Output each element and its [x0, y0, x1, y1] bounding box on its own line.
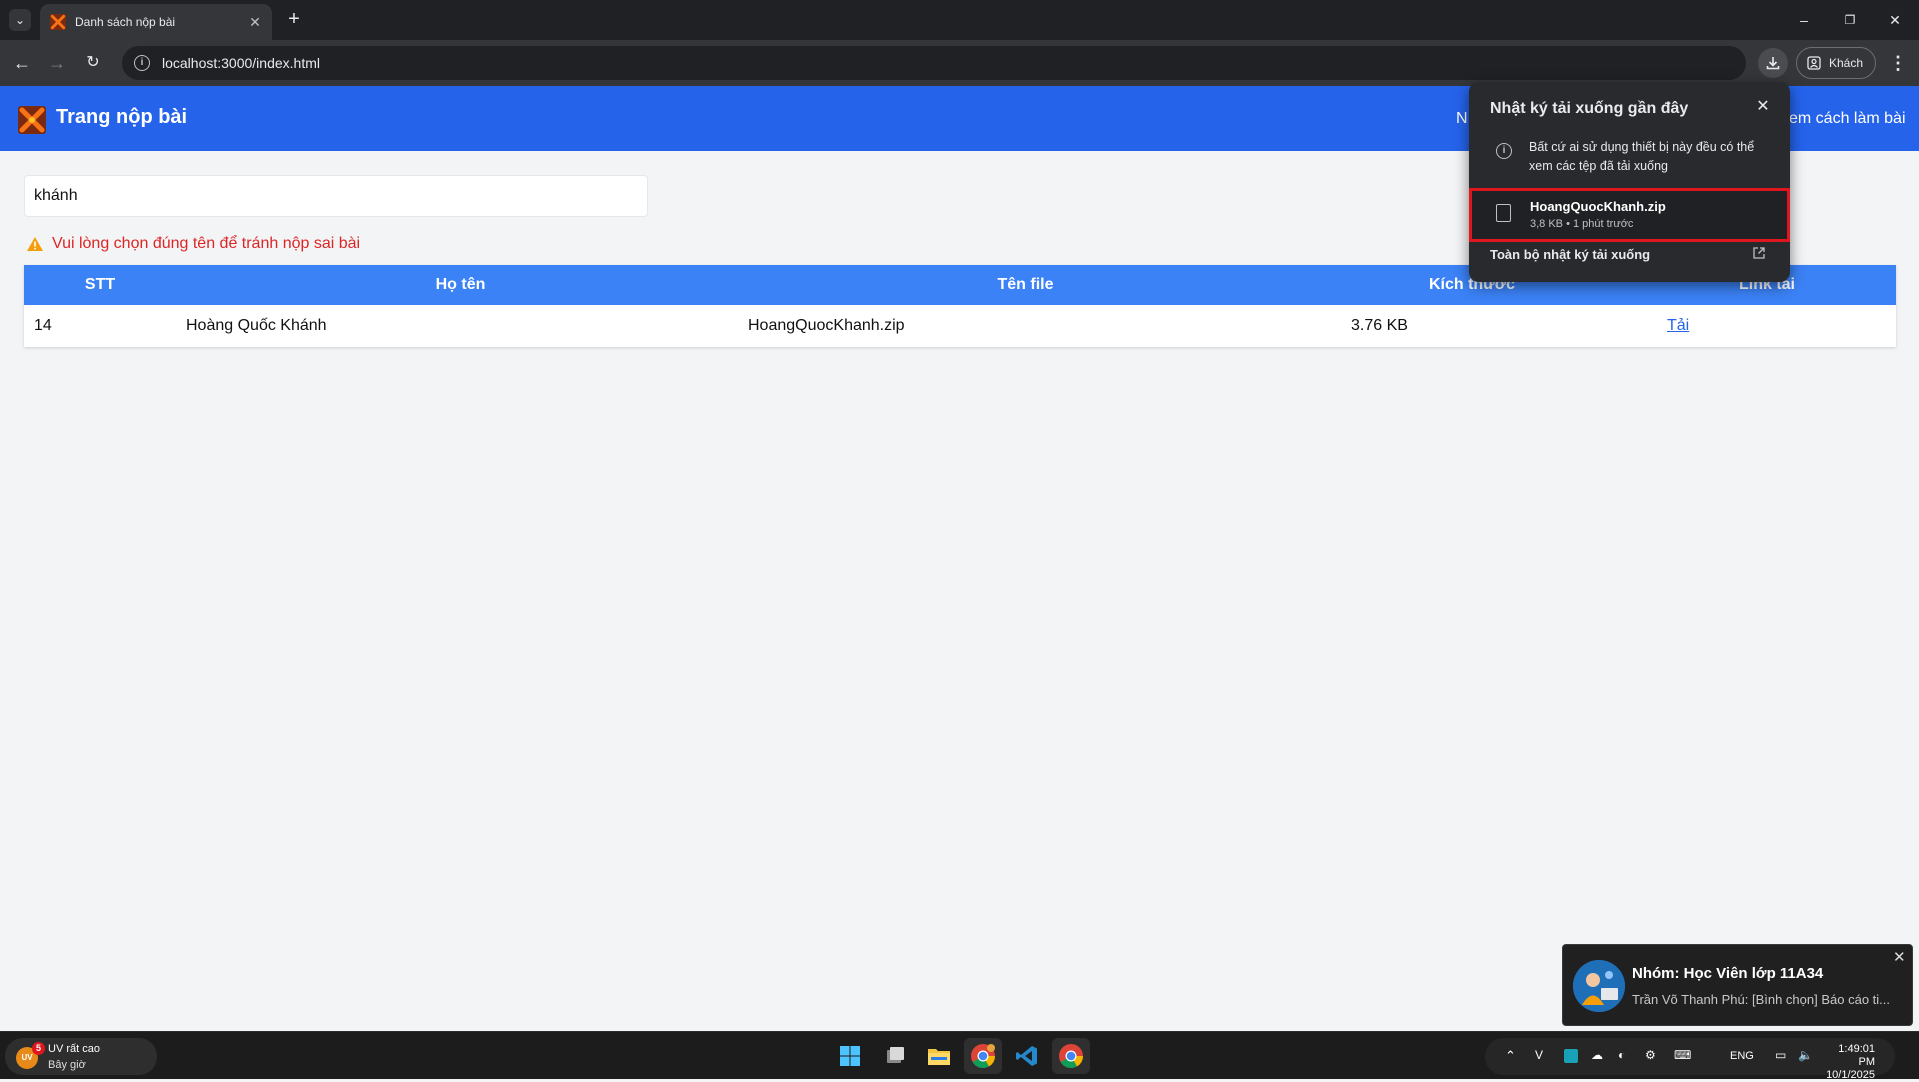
warning-text: Vui lòng chọn đúng tên để tránh nộp sai …: [52, 235, 361, 252]
warning-icon: [27, 237, 43, 251]
download-file-meta: 3,8 KB • 1 phút trước: [1530, 218, 1634, 230]
windows-start-icon: [840, 1046, 860, 1066]
chrome-icon: [1059, 1044, 1083, 1069]
keyboard-icon[interactable]: ⌨: [1674, 1048, 1691, 1062]
close-window-icon[interactable]: ✕: [1883, 8, 1907, 32]
all-downloads-link[interactable]: Toàn bộ nhật ký tải xuống: [1490, 247, 1650, 262]
warning-message: Vui lòng chọn đúng tên để tránh nộp sai …: [26, 235, 360, 253]
chevron-up-icon[interactable]: ⌃: [1505, 1048, 1516, 1064]
tab-title: Danh sách nộp bài: [75, 15, 176, 29]
app-tray-icon[interactable]: [1564, 1049, 1578, 1063]
steam-icon[interactable]: ⚙: [1645, 1048, 1656, 1062]
new-tab-button[interactable]: +: [282, 8, 306, 32]
clock-time: 1:49:01 PM: [1838, 1043, 1875, 1068]
forward-arrow-icon[interactable]: →: [44, 50, 70, 76]
notification-toast[interactable]: Nhóm: Học Viên lớp 11A34 Trần Võ Thanh P…: [1562, 944, 1913, 1026]
more-menu-icon[interactable]: ⋮: [1886, 50, 1910, 76]
download-link[interactable]: Tải: [1667, 317, 1689, 334]
address-bar[interactable]: i localhost:3000/index.html: [122, 46, 1746, 80]
app-v-icon[interactable]: V: [1535, 1048, 1543, 1062]
open-external-icon[interactable]: [1752, 246, 1766, 260]
cloud-icon[interactable]: ☁: [1591, 1048, 1603, 1062]
cell-size: 3.76 KB: [1351, 317, 1408, 334]
minimize-icon[interactable]: –: [1792, 8, 1816, 32]
back-arrow-icon[interactable]: ←: [9, 50, 35, 76]
tab-search-button[interactable]: ⌄: [9, 9, 31, 31]
browser-tabbar: ⌄ Danh sách nộp bài ✕ + – ❐ ✕: [0, 0, 1919, 40]
download-file-name: HoangQuocKhanh.zip: [1530, 199, 1666, 214]
profile-icon: [1807, 56, 1821, 70]
site-info-icon[interactable]: i: [134, 55, 150, 71]
chrome-icon: [971, 1044, 995, 1069]
weather-status: UV rất cao: [48, 1043, 100, 1055]
downloads-button[interactable]: [1758, 48, 1788, 78]
column-header-name: Họ tên: [435, 276, 486, 293]
network-icon[interactable]: ▭: [1775, 1048, 1786, 1062]
close-tab-icon[interactable]: ✕: [244, 14, 266, 31]
group-avatar: [1573, 960, 1625, 1012]
download-history-popup: Nhật ký tải xuống gần đây ✕ i Bất cứ ai …: [1469, 82, 1790, 282]
chrome-app-button-2[interactable]: [1052, 1038, 1090, 1074]
task-view-button[interactable]: [876, 1038, 914, 1074]
cell-name: Hoàng Quốc Khánh: [186, 317, 327, 334]
restore-icon[interactable]: ❐: [1838, 8, 1862, 32]
popup-title: Nhật ký tải xuống gần đây: [1490, 100, 1689, 117]
language-indicator[interactable]: ENG: [1730, 1050, 1754, 1062]
app-shield-icon[interactable]: ◐: [1618, 1048, 1625, 1062]
vscode-icon: [1016, 1046, 1037, 1066]
cell-stt: 14: [34, 317, 52, 334]
browser-tab-active[interactable]: Danh sách nộp bài ✕: [40, 4, 272, 40]
toast-body: Trần Võ Thanh Phú: [Bình chọn] Báo cáo t…: [1632, 992, 1890, 1007]
start-button[interactable]: [831, 1038, 869, 1074]
column-header-stt: STT: [84, 276, 116, 293]
clock[interactable]: 1:49:01 PM 10/1/2025: [1825, 1043, 1875, 1082]
nav-link-how-to[interactable]: em cách làm bài: [1789, 110, 1906, 128]
reload-icon[interactable]: ↻: [80, 50, 106, 76]
cell-file: HoangQuocKhanh.zip: [748, 317, 905, 334]
chrome-app-button[interactable]: [964, 1038, 1002, 1074]
group-avatar-image-icon: [1573, 960, 1625, 1012]
download-icon: [1766, 57, 1780, 70]
file-icon: [1496, 204, 1511, 222]
url-text: localhost:3000/index.html: [162, 55, 320, 71]
profile-button[interactable]: Khách: [1796, 47, 1876, 79]
weather-widget[interactable]: UV 5 UV rất cao Bây giờ: [5, 1038, 157, 1075]
popup-info-text: Bất cứ ai sử dụng thiết bị này đều có th…: [1529, 140, 1755, 173]
vscode-app-button[interactable]: [1008, 1038, 1046, 1074]
notification-badge: 5: [32, 1042, 45, 1055]
page-title: Trang nộp bài: [56, 106, 188, 128]
browser-toolbar: ← → ↻ i localhost:3000/index.html Khách …: [0, 40, 1919, 86]
close-popup-icon[interactable]: ✕: [1751, 96, 1775, 116]
download-item[interactable]: HoangQuocKhanh.zip 3,8 KB • 1 phút trước: [1469, 188, 1790, 242]
table-row: 14 Hoàng Quốc Khánh HoangQuocKhanh.zip 3…: [24, 305, 1896, 347]
cell-link: Tải: [1638, 305, 1896, 347]
column-header-file: Tên file: [997, 276, 1054, 293]
app-logo-icon: [18, 106, 46, 134]
volume-icon[interactable]: 🔈: [1798, 1048, 1813, 1062]
file-explorer-button[interactable]: [920, 1038, 958, 1074]
toast-title: Nhóm: Học Viên lớp 11A34: [1632, 965, 1824, 982]
info-icon: i: [1496, 143, 1512, 159]
profile-label: Khách: [1829, 56, 1864, 70]
weather-time: Bây giờ: [48, 1059, 86, 1071]
clock-date: 10/1/2025: [1826, 1069, 1875, 1081]
taskbar: UV 5 UV rất cao Bây giờ ⌃ V ☁ ◐ ⚙ ⌨ ENG …: [0, 1031, 1919, 1081]
system-tray: ⌃ V ☁ ◐ ⚙ ⌨ ENG ▭ 🔈 1:49:01 PM 10/1/2025: [1485, 1038, 1895, 1081]
search-input[interactable]: [24, 175, 648, 217]
nav-link-partial-left[interactable]: N: [1456, 110, 1468, 128]
site-favicon-icon: [50, 14, 66, 30]
task-view-icon: [887, 1047, 904, 1063]
close-toast-icon[interactable]: ✕: [1893, 948, 1906, 966]
folder-icon: [928, 1049, 950, 1065]
